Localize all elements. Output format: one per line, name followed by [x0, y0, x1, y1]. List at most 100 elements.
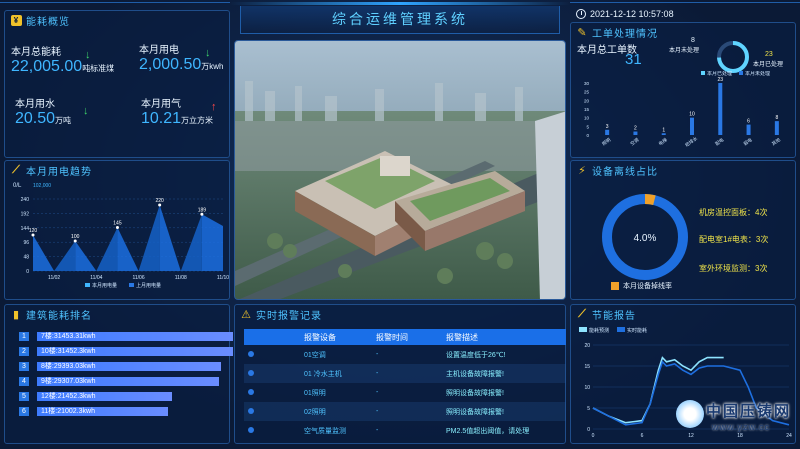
kpi-label: 本月用电 [139, 45, 179, 56]
electricity-trend-chart: 0/L 102,000048961441922401201001452201891… [13, 183, 229, 289]
data-label: 220 [155, 198, 164, 204]
bar-value-label: 10 [689, 112, 695, 118]
panel-title: ▮ 建筑能耗排名 [11, 307, 92, 322]
y-tick-label: 0 [587, 427, 590, 433]
y-tick-label: 20 [584, 98, 590, 103]
ranking-row: 4 9楼:29307.03kwh [19, 376, 220, 386]
bar [605, 129, 610, 135]
legend-label: 能耗预测 [589, 327, 609, 334]
area-segment [54, 241, 76, 271]
x-tick-label: 给排水 [684, 135, 699, 149]
panel-title-text: 能耗概览 [26, 17, 70, 28]
legend-label: 本月设备掉线率 [623, 283, 672, 290]
y-tick-label: 25 [584, 90, 590, 95]
trend-down-icon: ↓ [85, 49, 91, 61]
bar [633, 131, 638, 135]
alarm-description: 照明设备故障报警! [442, 402, 566, 421]
alarm-indicator-cell [244, 421, 300, 440]
y-tick-label: 192 [21, 211, 30, 217]
header-deco-right [570, 2, 800, 3]
panel-title: ¥ 能耗概览 [11, 13, 70, 28]
alarm-time: - [376, 351, 379, 358]
alarm-table: 报警设备 报警时间 报警描述 01空调 - 设置温度低于26℃! 01 冷水主机 - 主机… [244, 329, 566, 440]
y-tick-label: 0 [586, 133, 589, 138]
unprocessed-label: 本月未处理 [669, 48, 700, 54]
legend-swatch [701, 71, 705, 75]
offline-item-label: 配电室1#电表： [699, 235, 756, 244]
panel-title-text: 本月用电趋势 [26, 167, 92, 178]
bar-value-label: 2 [634, 126, 637, 132]
rank-bar: 9楼:29307.03kwh [37, 376, 220, 386]
kpi-value: 2,000.50 [139, 56, 202, 73]
watermark-logo-icon [676, 400, 704, 428]
status-dot-icon [248, 370, 254, 377]
legend-swatch [85, 283, 90, 287]
processed-label: 本月已处理 [753, 62, 784, 68]
area-segment [117, 227, 139, 271]
offline-item-label: 室外环境监测： [699, 264, 755, 273]
alarm-row[interactable]: 01 冷水主机 - 主机设备故障报警! [244, 364, 566, 383]
data-label: 189 [198, 207, 207, 213]
legend-swatch [617, 327, 625, 332]
panel-title: ✎ 工单处理情况 [577, 25, 658, 40]
ranking-row: 5 12楼:21452.3kwh [19, 391, 173, 401]
ranking-row: 2 10楼:31452.3kwh [19, 346, 233, 356]
alarm-row[interactable]: 空气质量监测 - PM2.5值超出阈值，请处理 [244, 421, 566, 440]
legend-swatch [579, 327, 587, 332]
alarm-time: - [372, 364, 442, 383]
y-tick-label: 5 [587, 406, 590, 412]
legend-swatch [739, 71, 743, 75]
panel-title: ⚠ 实时报警记录 [241, 307, 322, 322]
kpi-value: 10.21 [141, 110, 182, 127]
alarm-header-row: 报警设备 报警时间 报警描述 [244, 329, 566, 345]
electricity-trend-panel: ⟋ 本月用电趋势 0/L 102,000 0 48 96 144 192 240 120 100 1… [4, 160, 230, 300]
alarm-device: 01照明 [304, 389, 326, 397]
y-tick-label: 5 [586, 124, 589, 129]
kpi-gas: 本月用气 10.21万立方米 [141, 95, 213, 128]
trend-down-icon: ↓ [83, 105, 89, 117]
energy-overview-panel: ¥ 能耗概览 本月总能耗 22,005.00吨标准煤 ↓ 本月用电 2,000.… [4, 10, 230, 158]
alarm-indicator-cell [244, 345, 300, 364]
legend-label: 实时能耗 [627, 327, 647, 334]
x-tick-label: 配电 [714, 136, 726, 147]
yen-icon: ¥ [11, 15, 22, 26]
x-tick-label: 11/10 [217, 275, 229, 281]
trend-down-icon: ↓ [205, 47, 211, 59]
x-tick-label: 空调 [629, 136, 641, 147]
rank-number: 6 [19, 406, 29, 416]
y-unit-label: 0/L [13, 183, 22, 189]
watermark-text: 中国压铸网 [706, 404, 792, 420]
area-segment [180, 214, 202, 271]
status-dot-icon [248, 351, 254, 358]
data-label: 145 [113, 221, 122, 227]
alarm-time: - [372, 402, 442, 421]
legend-top-value: 102,000 [33, 183, 51, 189]
kpi-label: 本月用气 [141, 99, 181, 110]
bar-value-label: 3 [606, 124, 609, 130]
panel-title-text: 建筑能耗排名 [26, 311, 92, 322]
kpi-total-energy: 本月总能耗 22,005.00吨标准煤 [11, 43, 114, 76]
y-tick-label: 10 [584, 116, 590, 121]
alarm-row[interactable]: 01照明 - 照明设备故障报警! [244, 383, 566, 402]
area-segment [96, 227, 118, 271]
y-tick-label: 30 [584, 81, 590, 86]
rank-bar: 8楼:29393.03kwh [37, 361, 222, 371]
offline-item-value: 3次 [755, 235, 769, 244]
panel-title-text: 实时报警记录 [256, 311, 322, 322]
alarm-indicator-cell [244, 383, 300, 402]
header-cell: 报警描述 [442, 329, 566, 345]
legend-label: 上月用电量 [136, 282, 161, 289]
rank-bar: 7楼:31453.31kwh [37, 331, 233, 341]
bar [746, 124, 751, 135]
alarm-row[interactable]: 01空调 - 设置温度低于26℃! [244, 345, 566, 364]
alarm-row[interactable]: 02照明 - 照明设备故障报警! [244, 402, 566, 421]
alarm-description: PM2.5值超出阈值，请处理 [446, 427, 530, 435]
building-aerial-image [234, 40, 566, 300]
alarm-icon: ⚠ [241, 309, 252, 321]
header-cell: 报警设备 [300, 329, 372, 345]
x-tick-label: 6 [641, 433, 644, 439]
bar-value-label: 23 [718, 77, 724, 83]
panel-title: ⚡ 设备离线占比 [577, 163, 658, 178]
x-tick-label: 弱电 [742, 136, 754, 147]
processed-value: 23 [765, 51, 773, 58]
